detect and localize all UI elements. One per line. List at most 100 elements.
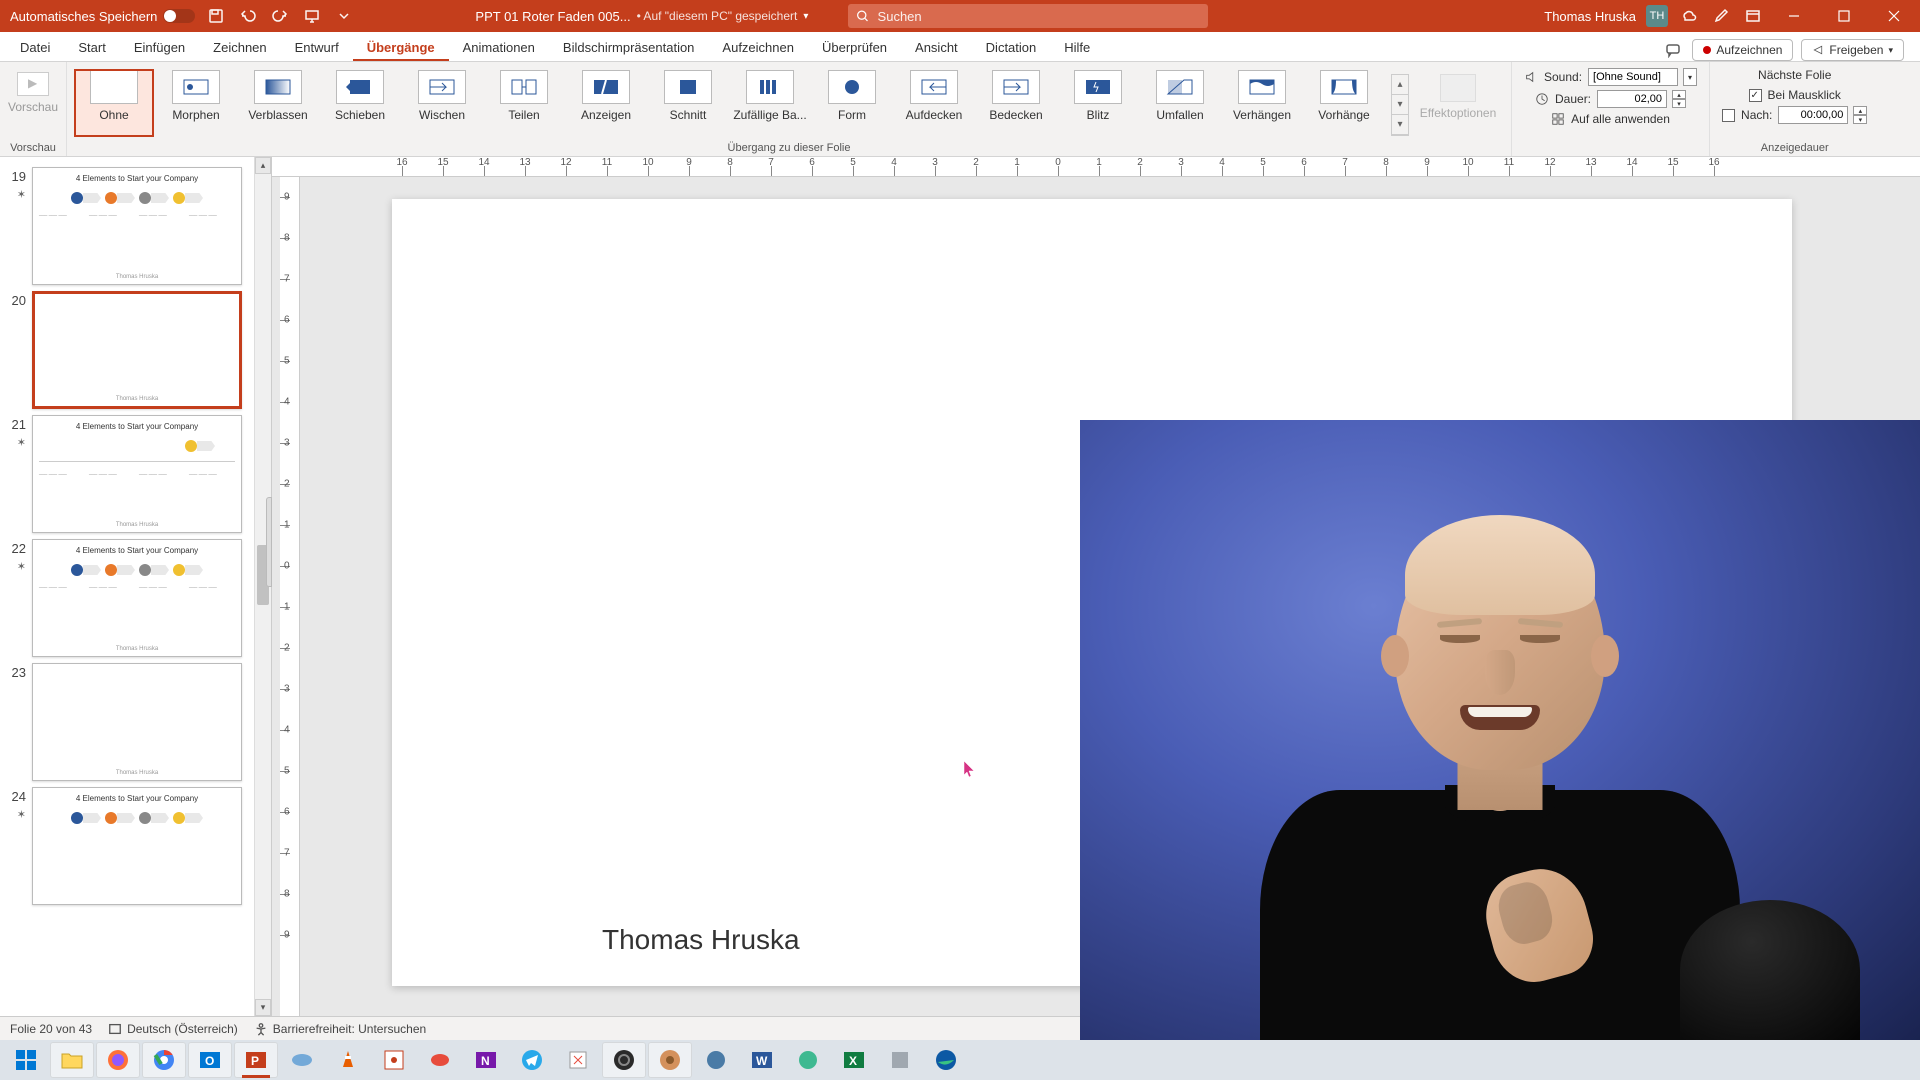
spin-down-icon[interactable]: ▾: [1672, 99, 1686, 108]
user-avatar[interactable]: TH: [1646, 5, 1668, 27]
redo-button[interactable]: [269, 5, 291, 27]
thumbnail-23[interactable]: 23 Thomas Hruska: [4, 663, 246, 781]
vlc-button[interactable]: [326, 1042, 370, 1078]
title-dropdown-icon[interactable]: ▾: [803, 11, 808, 22]
autosave-toggle[interactable]: Automatisches Speichern: [10, 9, 195, 24]
tab-uebergaenge[interactable]: Übergänge: [353, 34, 449, 61]
save-button[interactable]: [205, 5, 227, 27]
spin-up-icon[interactable]: ▴: [1672, 90, 1686, 99]
thumbnail-24[interactable]: 24✶ 4 Elements to Start your Company: [4, 787, 246, 905]
thumbnail-20[interactable]: 20 Thomas Hruska: [4, 291, 246, 409]
close-button[interactable]: [1874, 0, 1914, 32]
gallery-down-icon[interactable]: ▾: [1392, 95, 1408, 115]
onenote-button[interactable]: N: [464, 1042, 508, 1078]
gallery-scroll[interactable]: ▴▾▾: [1391, 74, 1409, 136]
scroll-up-icon[interactable]: ▴: [255, 157, 271, 174]
comments-button[interactable]: [1662, 39, 1684, 61]
thumb-slide[interactable]: 4 Elements to Start your Company ___ ___…: [32, 415, 242, 533]
search-field[interactable]: [878, 9, 1201, 24]
app-button-2[interactable]: [372, 1042, 416, 1078]
ribbon-display-button[interactable]: [1742, 5, 1764, 27]
share-button[interactable]: Freigeben▾: [1801, 39, 1904, 61]
tab-dictation[interactable]: Dictation: [972, 34, 1051, 61]
tab-ansicht[interactable]: Ansicht: [901, 34, 972, 61]
recording-button[interactable]: [648, 1042, 692, 1078]
telegram-button[interactable]: [510, 1042, 554, 1078]
tab-animationen[interactable]: Animationen: [449, 34, 549, 61]
tab-datei[interactable]: Datei: [6, 34, 64, 61]
thumbnail-list[interactable]: 19✶ 4 Elements to Start your Company ___…: [0, 157, 254, 1016]
transition-morphen[interactable]: Morphen: [157, 70, 235, 136]
app-button-4[interactable]: [556, 1042, 600, 1078]
after-input[interactable]: [1778, 106, 1848, 124]
present-from-start-button[interactable]: [301, 5, 323, 27]
gallery-more-icon[interactable]: ▾: [1392, 115, 1408, 135]
app-button-6[interactable]: [786, 1042, 830, 1078]
edge-button[interactable]: [924, 1042, 968, 1078]
thumb-slide[interactable]: 4 Elements to Start your Company ___ ___…: [32, 167, 242, 285]
thumbnail-21[interactable]: 21✶ 4 Elements to Start your Company ___…: [4, 415, 246, 533]
accessibility-indicator[interactable]: Barrierefreiheit: Untersuchen: [254, 1022, 426, 1036]
tab-zeichnen[interactable]: Zeichnen: [199, 34, 280, 61]
search-input[interactable]: [848, 4, 1208, 28]
transition-ohne[interactable]: Ohne: [75, 70, 153, 136]
qat-more-button[interactable]: [333, 5, 355, 27]
gallery-up-icon[interactable]: ▴: [1392, 75, 1408, 95]
transition-verhaengen[interactable]: Verhängen: [1223, 70, 1301, 136]
panel-collapse-handle[interactable]: [266, 497, 272, 587]
tab-bildschirm[interactable]: Bildschirmpräsentation: [549, 34, 709, 61]
tab-ueberpruefen[interactable]: Überprüfen: [808, 34, 901, 61]
toggle-switch-icon[interactable]: [163, 9, 195, 23]
after-checkbox[interactable]: [1722, 109, 1735, 122]
outlook-button[interactable]: O: [188, 1042, 232, 1078]
transition-blitz[interactable]: Blitz: [1059, 70, 1137, 136]
firefox-button[interactable]: [96, 1042, 140, 1078]
obs-button[interactable]: [602, 1042, 646, 1078]
spin-down-icon[interactable]: ▾: [1853, 115, 1867, 124]
transition-umfallen[interactable]: Umfallen: [1141, 70, 1219, 136]
preview-button[interactable]: Vorschau: [8, 66, 58, 114]
tab-einfuegen[interactable]: Einfügen: [120, 34, 199, 61]
transition-form[interactable]: Form: [813, 70, 891, 136]
powerpoint-button[interactable]: P: [234, 1042, 278, 1078]
transition-teilen[interactable]: Teilen: [485, 70, 563, 136]
app-button-7[interactable]: [878, 1042, 922, 1078]
tab-start[interactable]: Start: [64, 34, 119, 61]
maximize-button[interactable]: [1824, 0, 1864, 32]
sound-select[interactable]: [1588, 68, 1678, 86]
apply-all-button[interactable]: Auf alle anwenden: [1551, 112, 1670, 126]
duration-spinner[interactable]: ▴▾: [1672, 90, 1686, 108]
after-spinner[interactable]: ▴▾: [1853, 106, 1867, 124]
thumb-slide-selected[interactable]: Thomas Hruska: [32, 291, 242, 409]
pencil-icon[interactable]: [1710, 5, 1732, 27]
thumb-slide[interactable]: 4 Elements to Start your Company: [32, 787, 242, 905]
app-button-5[interactable]: [694, 1042, 738, 1078]
transition-zufaellig[interactable]: Zufällige Ba...: [731, 70, 809, 136]
tab-hilfe[interactable]: Hilfe: [1050, 34, 1104, 61]
start-menu-button[interactable]: [4, 1042, 48, 1078]
thumb-slide[interactable]: Thomas Hruska: [32, 663, 242, 781]
transition-schieben[interactable]: Schieben: [321, 70, 399, 136]
transition-schnitt[interactable]: Schnitt: [649, 70, 727, 136]
slide-counter[interactable]: Folie 20 von 43: [10, 1022, 92, 1036]
tab-aufzeichnen[interactable]: Aufzeichnen: [708, 34, 808, 61]
tab-entwurf[interactable]: Entwurf: [281, 34, 353, 61]
spin-up-icon[interactable]: ▴: [1853, 106, 1867, 115]
transition-anzeigen[interactable]: Anzeigen: [567, 70, 645, 136]
transition-wischen[interactable]: Wischen: [403, 70, 481, 136]
file-explorer-button[interactable]: [50, 1042, 94, 1078]
cloud-sync-icon[interactable]: [1678, 5, 1700, 27]
thumbnail-19[interactable]: 19✶ 4 Elements to Start your Company ___…: [4, 167, 246, 285]
thumb-slide[interactable]: 4 Elements to Start your Company ___ ___…: [32, 539, 242, 657]
app-button-1[interactable]: [280, 1042, 324, 1078]
minimize-button[interactable]: [1774, 0, 1814, 32]
language-indicator[interactable]: Deutsch (Österreich): [108, 1022, 238, 1036]
excel-button[interactable]: X: [832, 1042, 876, 1078]
scroll-down-icon[interactable]: ▾: [255, 999, 271, 1016]
transition-aufdecken[interactable]: Aufdecken: [895, 70, 973, 136]
sound-dropdown-icon[interactable]: ▾: [1683, 68, 1697, 86]
thumbnail-22[interactable]: 22✶ 4 Elements to Start your Company ___…: [4, 539, 246, 657]
app-button-3[interactable]: [418, 1042, 462, 1078]
transition-bedecken[interactable]: Bedecken: [977, 70, 1055, 136]
transition-vorhaenge[interactable]: Vorhänge: [1305, 70, 1383, 136]
